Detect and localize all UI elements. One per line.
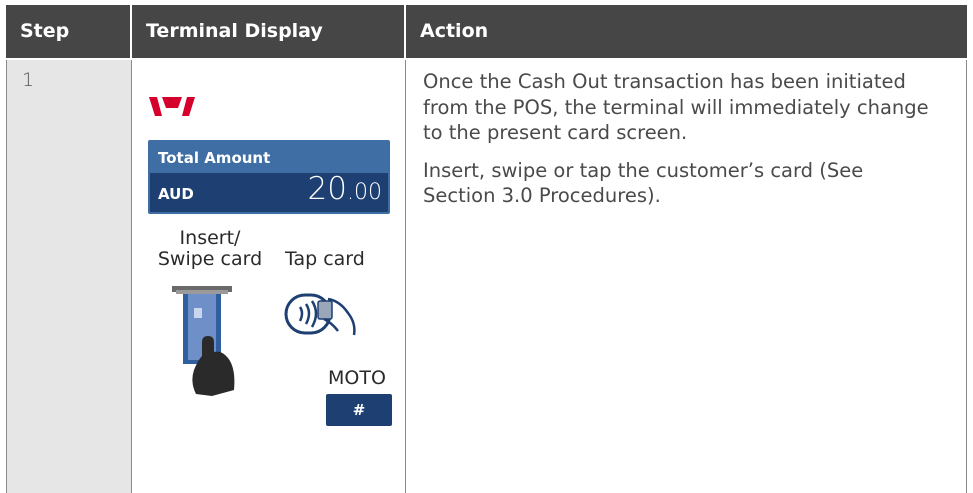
amount-cents: .00: [347, 180, 382, 205]
header-step: Step: [6, 5, 130, 58]
action-paragraph-1: Once the Cash Out transaction has been i…: [423, 70, 929, 144]
action-cell: Once the Cash Out transaction has been i…: [406, 60, 967, 493]
contactless-tap-icon: [284, 291, 358, 343]
moto-label: MOTO: [328, 367, 386, 389]
instruction-table: Step Terminal Display Action 1 Total Amo…: [6, 5, 967, 493]
total-amount-label: Total Amount: [158, 149, 271, 167]
action-paragraph-2: Insert, swipe or tap the customer’s card…: [423, 158, 864, 208]
insert-swipe-label: Insert/ Swipe card: [148, 228, 272, 270]
amount-value: 20.00: [308, 171, 382, 207]
terminal-display-cell: Total Amount AUD 20.00 Insert/ Swipe car…: [132, 60, 406, 493]
insert-label-line1: Insert/: [179, 227, 241, 249]
header-action: Action: [406, 5, 967, 58]
step-number: 1: [22, 69, 35, 91]
insert-label-line2: Swipe card: [157, 248, 263, 270]
insert-card-icon: [172, 286, 240, 400]
header-terminal-display: Terminal Display: [132, 5, 404, 58]
tap-card-label: Tap card: [285, 248, 365, 270]
action-text: Once the Cash Out transaction has been i…: [423, 69, 933, 221]
amount-display: Total Amount AUD 20.00: [148, 140, 390, 214]
step-cell: 1: [6, 60, 132, 493]
amount-whole: 20: [307, 171, 347, 207]
westpac-logo-icon: [149, 97, 195, 120]
moto-hash-key: #: [326, 394, 392, 426]
currency-label: AUD: [158, 185, 194, 203]
